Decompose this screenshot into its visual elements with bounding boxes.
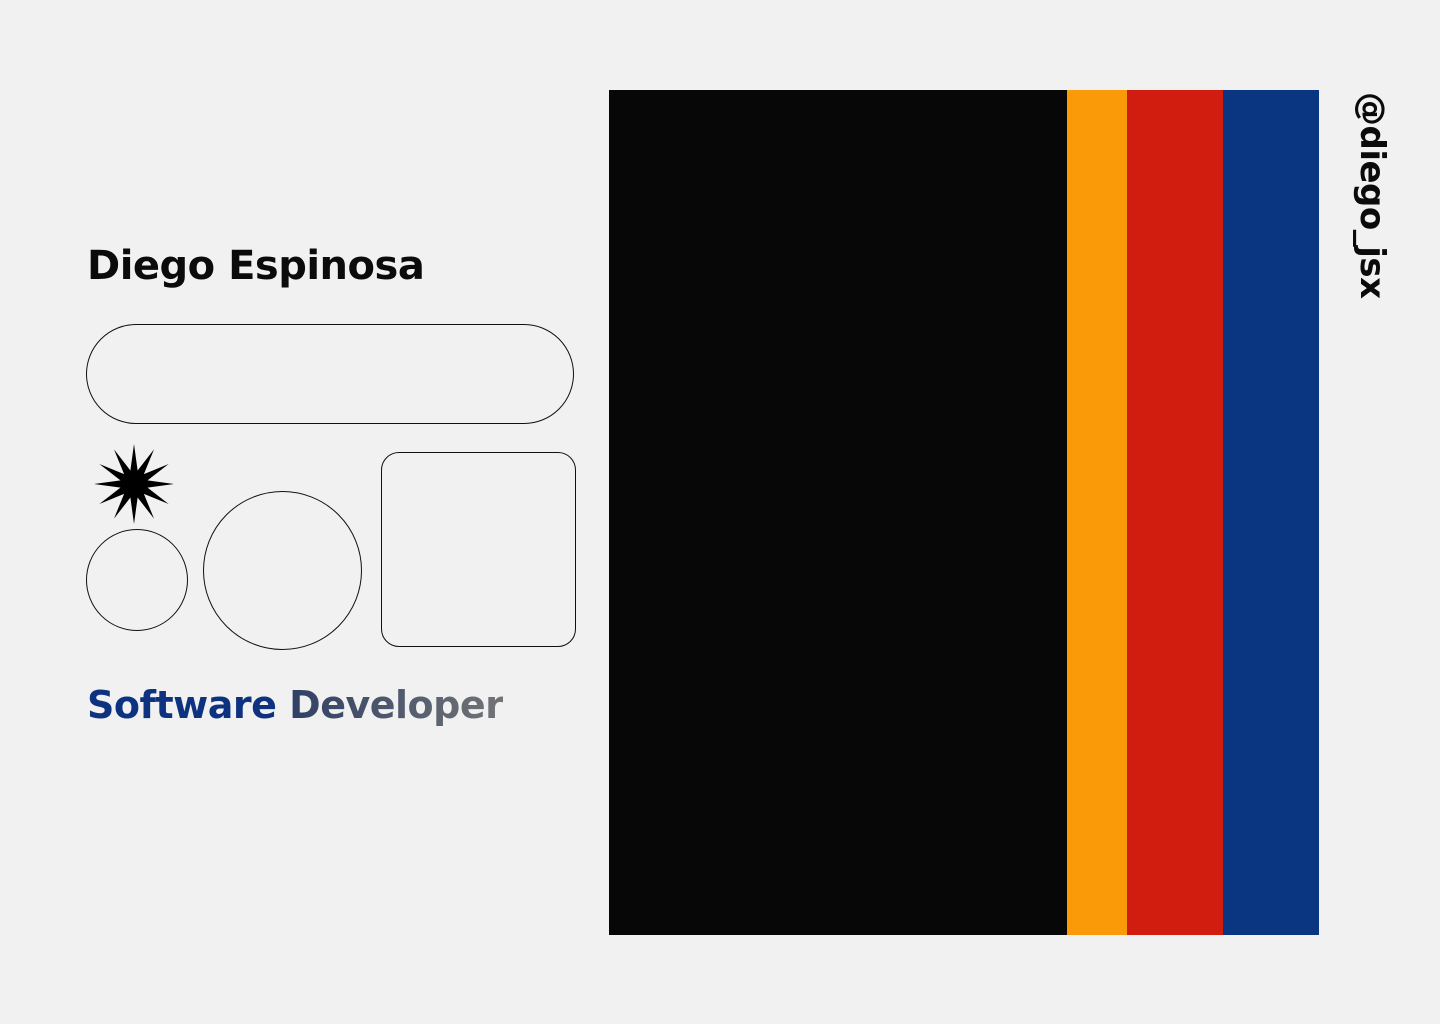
large-circle-shape	[203, 491, 362, 650]
role-title: Software Developer	[87, 683, 504, 729]
red-stripe	[1127, 90, 1223, 935]
blue-stripe	[1223, 90, 1319, 935]
color-stripes-panel	[609, 90, 1319, 935]
name-heading: Diego Espinosa	[87, 243, 425, 289]
social-handle: @diego_jsx	[1352, 92, 1392, 299]
starburst-icon	[94, 444, 174, 524]
role-word-first: Software	[87, 683, 277, 727]
rounded-square-shape	[381, 452, 576, 647]
pill-shape	[86, 324, 574, 424]
role-word-second: Developer	[289, 683, 504, 727]
orange-stripe	[1067, 90, 1127, 935]
small-circle-shape	[86, 529, 188, 631]
black-stripe	[609, 90, 1067, 935]
